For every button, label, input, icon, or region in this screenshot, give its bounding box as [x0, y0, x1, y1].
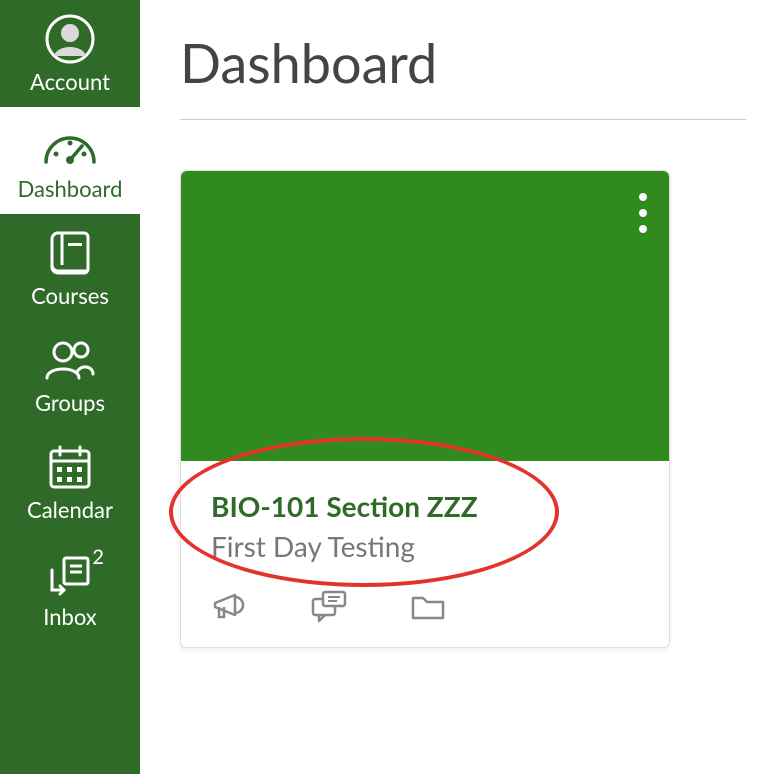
sidebar-item-label: Courses	[31, 282, 109, 309]
course-card-header	[181, 171, 669, 461]
account-avatar-icon	[45, 14, 95, 64]
sidebar-item-label: Account	[30, 68, 110, 95]
course-card-subtitle: First Day Testing	[211, 529, 639, 563]
card-options-icon[interactable]	[639, 193, 647, 233]
inbox-icon	[46, 549, 94, 599]
sidebar-item-account[interactable]: Account	[0, 0, 140, 107]
dashboard-icon	[42, 121, 98, 171]
sidebar-item-dashboard[interactable]: Dashboard	[0, 107, 140, 214]
course-card[interactable]: BIO-101 Section ZZZ First Day Testing	[180, 170, 670, 648]
course-card-actions	[181, 573, 669, 647]
global-nav: Account Dashboard Courses	[0, 0, 140, 774]
sidebar-item-courses[interactable]: Courses	[0, 214, 140, 321]
sidebar-item-calendar[interactable]: Calendar	[0, 428, 140, 535]
course-card-body: BIO-101 Section ZZZ First Day Testing	[181, 461, 669, 573]
book-icon	[48, 228, 92, 278]
sidebar-item-label: Dashboard	[18, 175, 123, 202]
sidebar-item-label: Groups	[35, 389, 105, 416]
sidebar-item-inbox[interactable]: 2 Inbox	[0, 535, 140, 642]
course-card-title[interactable]: BIO-101 Section ZZZ	[211, 489, 639, 523]
sidebar-item-label: Calendar	[27, 496, 113, 523]
calendar-icon	[46, 442, 94, 492]
main-content: Dashboard BIO-101 Section ZZZ First Day …	[140, 0, 776, 774]
sidebar-item-label: Inbox	[43, 603, 97, 630]
inbox-badge: 2	[92, 545, 104, 569]
discussions-icon[interactable]	[309, 589, 349, 623]
files-icon[interactable]	[409, 589, 447, 623]
people-icon	[43, 335, 97, 385]
sidebar-item-groups[interactable]: Groups	[0, 321, 140, 428]
page-title: Dashboard	[180, 30, 746, 120]
announcements-icon[interactable]	[211, 589, 249, 623]
